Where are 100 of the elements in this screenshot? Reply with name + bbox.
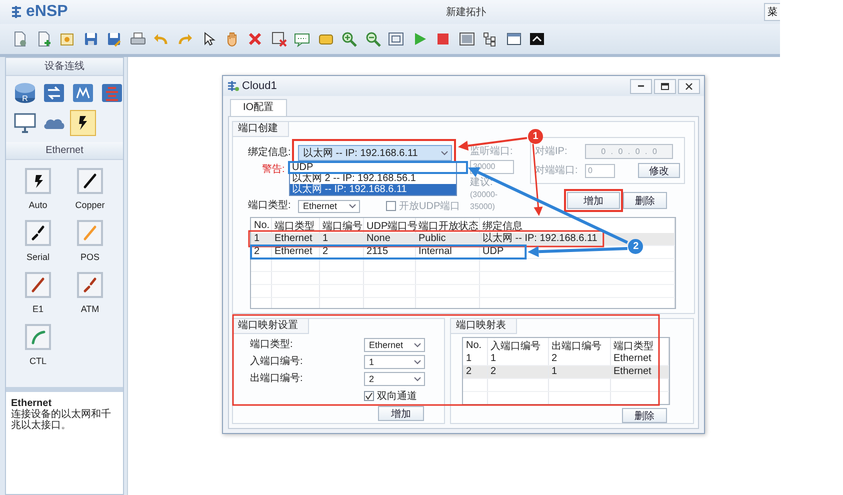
- select-field[interactable]: 2: [364, 372, 425, 386]
- add-button[interactable]: 增加: [567, 192, 620, 209]
- add-button[interactable]: 增加: [378, 406, 424, 421]
- group-title: 端口创建: [233, 122, 289, 137]
- stop-icon[interactable]: [435, 31, 451, 47]
- frame-icon[interactable]: [59, 31, 75, 47]
- field-label: 出端口编号:: [250, 373, 304, 385]
- cable-label: Auto: [28, 200, 48, 210]
- cable-label: Serial: [26, 252, 50, 262]
- group-title: 端口映射设置: [233, 319, 309, 334]
- device-button[interactable]: R: [12, 80, 38, 106]
- chevron-icon: [414, 376, 421, 382]
- chevron-icon: [414, 360, 421, 364]
- field-label: 对端IP:: [535, 146, 568, 158]
- field-label: 绑定信息:: [248, 147, 292, 159]
- cable-label: Copper: [75, 200, 105, 210]
- select-field[interactable]: Ethernet: [364, 338, 425, 352]
- table-cell: 1: [548, 366, 610, 378]
- column-header: 端口类型: [610, 338, 668, 353]
- box-cross-icon[interactable]: [270, 31, 286, 47]
- field-label: 端口类型:: [248, 200, 292, 212]
- table-cell: 2: [463, 366, 487, 378]
- lightning-icon: [77, 115, 89, 131]
- cloud-icon: [43, 116, 65, 130]
- info-text: 连接设备的以太网和千兆以太接口。: [11, 409, 112, 431]
- monitor-icon: [13, 111, 37, 135]
- select-field[interactable]: Ethernet: [298, 200, 360, 212]
- close-button[interactable]: [678, 78, 700, 94]
- maximize-icon: [660, 82, 670, 90]
- table-cell: 2: [487, 366, 548, 378]
- document-icon[interactable]: [36, 31, 52, 47]
- cable-label: E1: [32, 304, 44, 314]
- device-button[interactable]: [70, 110, 96, 136]
- cable-label: ATM: [80, 304, 100, 314]
- column-header: 出端口编号: [548, 338, 610, 353]
- menu-button[interactable]: 菜: [764, 3, 780, 21]
- delete-icon[interactable]: [247, 31, 263, 47]
- checkbox[interactable]: [386, 201, 396, 211]
- switch-icon: [42, 81, 66, 105]
- dialog-title: Cloud1: [242, 80, 277, 92]
- cable-button[interactable]: [25, 220, 51, 246]
- close-icon: [684, 82, 694, 90]
- column-header: 入端口编号: [487, 338, 548, 353]
- section-header: 设备连线: [6, 58, 123, 76]
- save-icon[interactable]: [106, 31, 122, 47]
- cable-button[interactable]: [77, 168, 103, 194]
- dropdown-option[interactable]: UDP: [290, 162, 456, 173]
- table-cell: 2: [251, 246, 271, 258]
- cable-label: CTL: [29, 356, 46, 366]
- highlight-frame: [564, 189, 623, 212]
- table-cell: None: [363, 233, 415, 246]
- table-cell: Ethernet: [271, 246, 319, 258]
- info-title: Ethernet: [11, 398, 53, 409]
- section-header: Ethernet: [6, 142, 123, 160]
- document-icon[interactable]: [12, 31, 28, 47]
- chevron-icon: [349, 204, 356, 208]
- select-field[interactable]: 1: [364, 355, 425, 369]
- chevron-icon: [441, 150, 448, 156]
- hint-text: (30000-35000): [470, 189, 499, 213]
- dropdown-option[interactable]: 以太网 -- IP: 192.168.6.11: [290, 184, 456, 195]
- image-icon[interactable]: [458, 31, 474, 47]
- firewall-icon: [100, 81, 124, 105]
- chevron-icon: [414, 342, 421, 348]
- table-cell: Ethernet: [271, 233, 319, 246]
- field-label: 监听端口:: [470, 146, 514, 158]
- check-icon: [365, 392, 373, 400]
- save-icon[interactable]: [82, 31, 98, 47]
- terminal-icon[interactable]: [529, 31, 545, 47]
- checkbox[interactable]: [364, 391, 374, 401]
- tab[interactable]: IO配置: [230, 99, 287, 116]
- delete-button[interactable]: 删除: [622, 408, 667, 423]
- field-label: 入端口编号:: [250, 356, 304, 368]
- table-cell: 1: [251, 233, 271, 246]
- cable-button[interactable]: [25, 168, 51, 194]
- delete-button[interactable]: 删除: [623, 192, 667, 209]
- printer-icon[interactable]: [130, 31, 146, 47]
- minimize-icon: [637, 85, 645, 87]
- table-cell: Public: [415, 233, 479, 246]
- table-cell: 1: [319, 233, 363, 246]
- app-logo: eNSP: [26, 3, 68, 21]
- column-header: No.: [463, 338, 487, 353]
- group-title: 端口映射表: [451, 319, 517, 334]
- zoom-in-icon[interactable]: [341, 31, 357, 47]
- maximize-button[interactable]: [654, 78, 676, 94]
- comment-icon[interactable]: [294, 31, 310, 47]
- wireless-icon: [71, 81, 95, 105]
- checkbox-label: 开放UDP端口: [399, 200, 460, 213]
- frame-icon[interactable]: [388, 31, 404, 47]
- table-cell: 2115: [363, 246, 415, 258]
- app-icon: [227, 80, 239, 92]
- logo-icon: [10, 5, 24, 19]
- checkbox-label: 双向通道: [377, 390, 417, 403]
- cable-label: POS: [80, 252, 100, 262]
- hint-text: 建议:: [470, 177, 494, 189]
- window-title: 新建拓扑: [444, 6, 487, 19]
- window-icon[interactable]: [506, 31, 522, 47]
- table-cell: Internal: [415, 246, 479, 258]
- tree-icon[interactable]: [482, 31, 498, 47]
- field-label: 端口类型:: [250, 339, 294, 351]
- zoom-out-icon[interactable]: [364, 31, 380, 47]
